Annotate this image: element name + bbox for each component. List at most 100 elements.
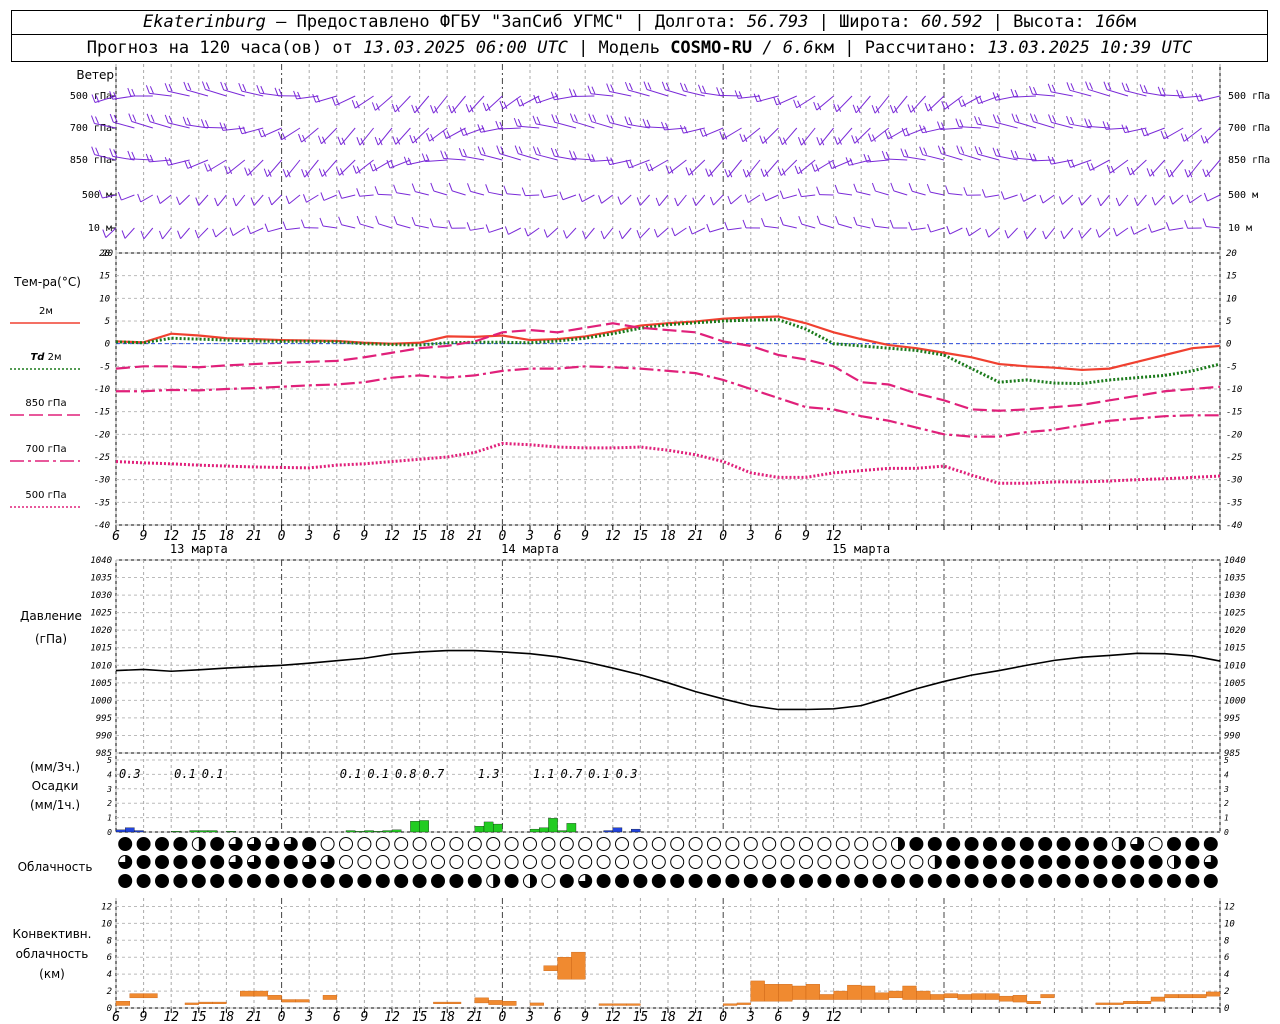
wind-barb-flag xyxy=(1125,125,1130,133)
wind-barb-flag xyxy=(337,136,342,145)
cloud-symbol xyxy=(357,855,372,869)
cloud-circle xyxy=(541,855,556,869)
cloud-circle xyxy=(155,874,169,888)
conv-bar xyxy=(1192,994,1207,999)
wind-barb xyxy=(819,127,834,146)
wind-barb-flag xyxy=(338,190,343,199)
wind-barb-flag xyxy=(1060,230,1065,239)
precip-title: Осадки xyxy=(31,779,79,793)
wind-barb-flag xyxy=(393,184,398,193)
conv-ytick-right: 8 xyxy=(1224,936,1229,946)
wind-barb-flag xyxy=(610,115,615,123)
conv-bar xyxy=(474,997,489,1004)
cloud-symbol xyxy=(1038,855,1053,869)
cloud-circle xyxy=(1167,837,1181,851)
wind-barb-flag xyxy=(462,148,467,157)
wind-barb xyxy=(719,94,742,97)
wind-barb-flag xyxy=(779,190,784,199)
precip-3h-total: 0.1 xyxy=(202,767,224,781)
wind-barb-flag xyxy=(1165,222,1170,231)
wind-barb-flag xyxy=(205,82,210,90)
wind-barb-flag xyxy=(1029,113,1034,122)
wind-barb-flag xyxy=(1139,84,1144,93)
cloud-circle xyxy=(1203,874,1218,888)
temp-hour-label: 18 xyxy=(660,529,676,544)
cloud-circle xyxy=(265,855,280,869)
wind-barb-flag xyxy=(485,224,490,233)
wind-barb xyxy=(922,154,945,161)
cloud-symbol xyxy=(1111,855,1126,869)
wind-barb xyxy=(217,194,227,207)
cloud-symbol xyxy=(375,874,390,888)
temp-hour-label: 9 xyxy=(140,529,148,544)
conv-bar xyxy=(805,984,821,1000)
cloud-circle xyxy=(762,874,777,888)
cloud-symbol xyxy=(615,874,629,888)
wind-barb-flag xyxy=(264,223,269,232)
precip-bar xyxy=(364,830,374,833)
precip-3h-total: 1.3 xyxy=(478,767,500,781)
meteogram: Ekaterinburg – Предоставлено ФГБУ "ЗапСи… xyxy=(0,0,1280,1024)
cloud-symbol xyxy=(762,855,777,869)
precip-bar xyxy=(125,827,135,833)
wind-barb-flag xyxy=(504,226,509,235)
conv-ytick-right: 0 xyxy=(1224,1004,1229,1014)
cloud-circle xyxy=(651,855,666,869)
cloud-symbol xyxy=(762,874,777,888)
wind-barb-flag xyxy=(753,93,758,102)
cloud-symbol xyxy=(486,837,501,851)
wind-barb-flag xyxy=(645,162,650,172)
wind-barb xyxy=(1088,89,1110,97)
wind-barb-flag xyxy=(411,216,416,226)
wind-barb xyxy=(415,191,429,196)
pres-ytick-right: 1020 xyxy=(1224,626,1246,636)
wind-barb xyxy=(433,190,448,196)
wind-barb-flag xyxy=(655,197,660,207)
cloud-circle xyxy=(541,837,556,851)
cloud-symbol xyxy=(670,837,685,851)
temp-ytick-right: -25 xyxy=(1226,453,1242,463)
cloud-circle xyxy=(927,874,942,888)
cloud-circle xyxy=(743,855,758,869)
wind-barb-flag xyxy=(263,168,268,177)
wind-barb-flag xyxy=(1184,220,1189,229)
temp-ytick-left: -35 xyxy=(94,498,110,508)
conv-bar xyxy=(488,1000,503,1005)
temp-hour-label: 3 xyxy=(304,529,313,544)
temp-hour-label: 21 xyxy=(467,529,483,544)
cloud-circle xyxy=(449,837,464,851)
wind-barb-flag xyxy=(301,168,306,178)
cloud-circle xyxy=(615,855,629,869)
temp-hour-label: 6 xyxy=(774,529,782,544)
precip-ytick-right: 4 xyxy=(1224,770,1229,779)
conv-bar xyxy=(543,965,558,971)
cloud-symbol xyxy=(1075,874,1089,888)
wind-barb-flag xyxy=(904,149,909,157)
wind-barb-flag xyxy=(1085,81,1090,90)
wind-barb-flag xyxy=(146,113,151,122)
wind-barb-flag xyxy=(555,115,560,123)
wind-barb-flag xyxy=(919,146,924,155)
cloud-circle xyxy=(302,837,317,851)
cloud-symbol xyxy=(1148,855,1163,869)
wind-barb xyxy=(708,159,724,177)
wind-barb-flag xyxy=(600,230,605,240)
temp-ytick-left: -20 xyxy=(94,430,110,440)
wind-barb-flag xyxy=(391,103,396,113)
cloud-circle xyxy=(688,837,703,851)
wind-barb-flag xyxy=(568,150,573,159)
cloud-symbol xyxy=(1056,855,1071,869)
cloud-circle xyxy=(670,837,685,851)
conv-hour-label: 12 xyxy=(384,1010,400,1024)
wind-barb-flag xyxy=(145,85,150,94)
wind-barb-flag xyxy=(978,147,983,155)
wind-barb xyxy=(535,123,558,129)
wind-barb-flag xyxy=(95,147,100,155)
cloud-circle xyxy=(1001,874,1016,888)
wind-barb-flag xyxy=(403,156,408,165)
cloud-half xyxy=(198,837,206,851)
wind-barb xyxy=(581,194,595,203)
cloud-symbol xyxy=(872,874,887,888)
cloud-symbol xyxy=(927,855,942,869)
wind-barb xyxy=(250,227,264,235)
